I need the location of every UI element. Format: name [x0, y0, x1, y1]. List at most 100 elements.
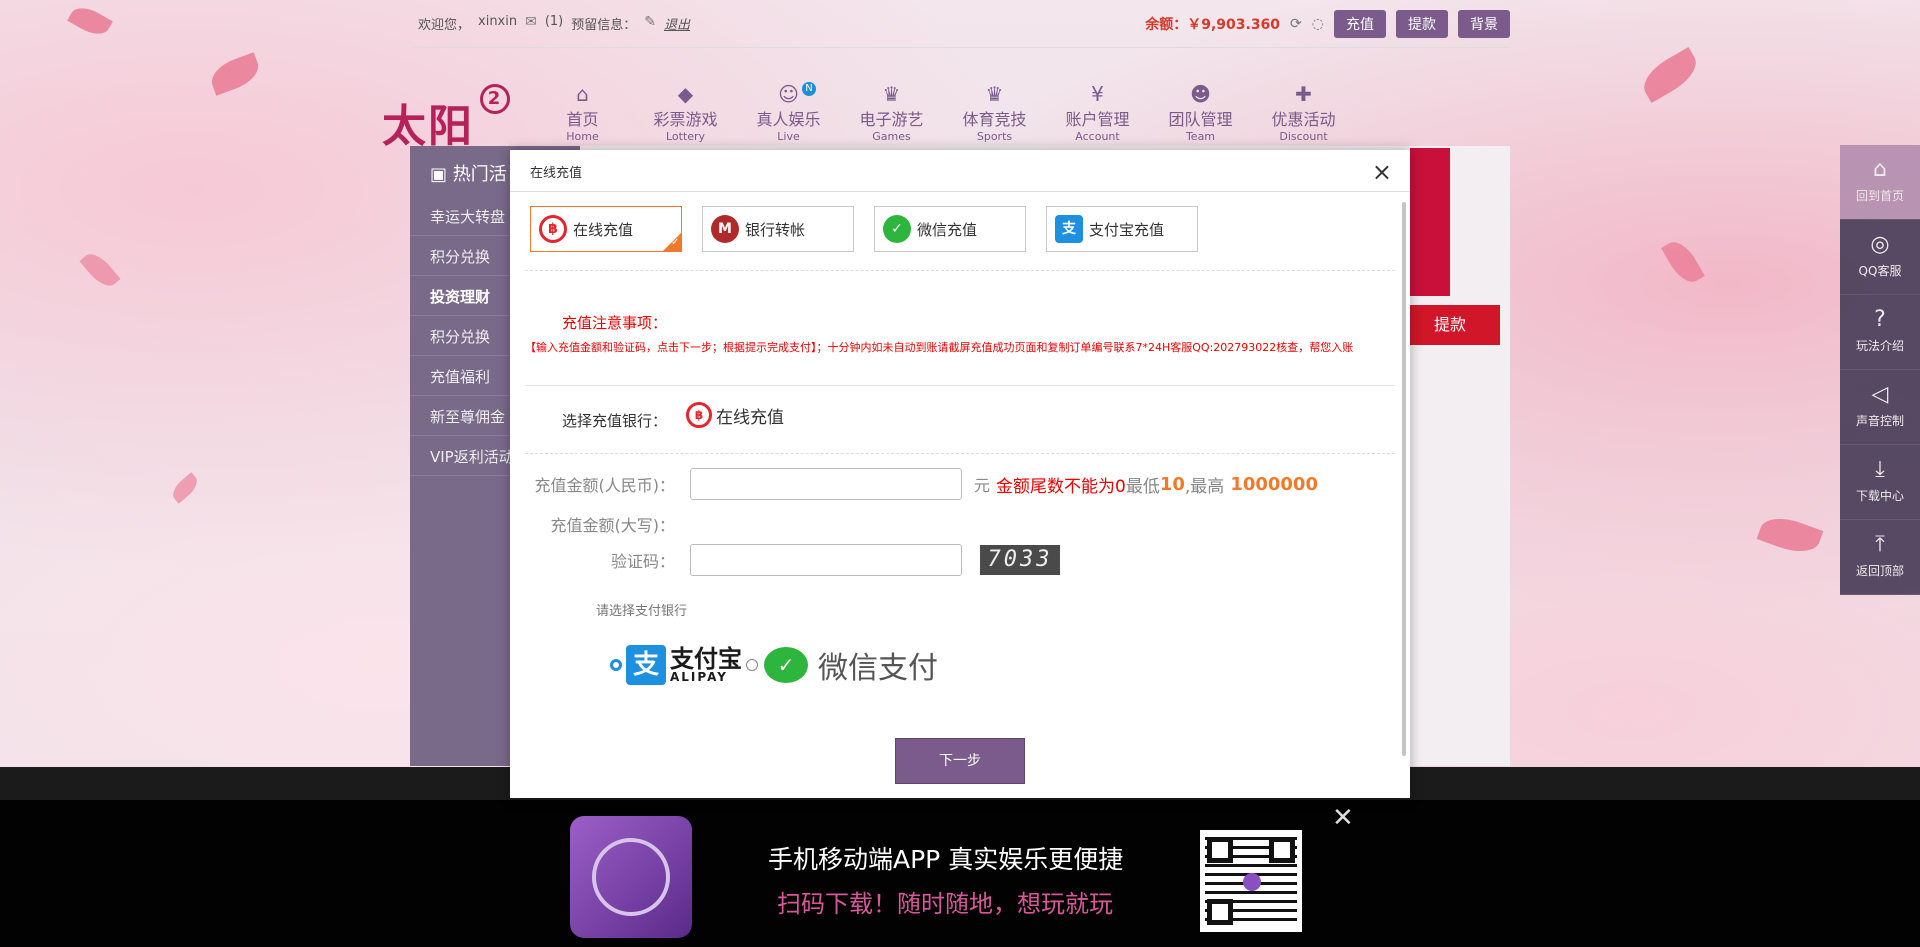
nav-label: 体育竞技 [962, 110, 1027, 129]
wechat-pay-text: 微信支付 [818, 651, 938, 686]
check-icon [663, 233, 681, 251]
nav-label: 团队管理 [1168, 110, 1233, 129]
nav-lottery[interactable]: ◆ 彩票游戏 Lottery [643, 82, 728, 143]
close-icon[interactable]: ✕ [1332, 803, 1354, 833]
amount-upper-row: 充值金额(大写)： [525, 512, 690, 536]
divider [525, 270, 1395, 271]
mail-count[interactable]: (1) [545, 14, 563, 33]
selected-bank: ฿ 在线充值 [686, 402, 784, 428]
trophy-icon: ♛ [882, 82, 901, 106]
petal-decoration [1636, 47, 1704, 103]
captcha-image[interactable]: 7033 [980, 545, 1060, 575]
home-icon: ⌂ [576, 82, 589, 106]
question-icon: ? [1874, 307, 1886, 332]
promo-banner[interactable] [1410, 148, 1450, 296]
nav-account[interactable]: ¥ 账户管理 Account [1055, 82, 1140, 143]
captcha-input[interactable] [690, 544, 962, 576]
home-icon: ⌂ [1873, 157, 1887, 182]
nav-label: 电子游艺 [859, 110, 924, 129]
modal-title: 在线充值 [510, 150, 1410, 192]
nav-live[interactable]: ☺ N 真人娱乐 Live [746, 82, 831, 143]
amount-label: 充值金额(人民币)： [534, 476, 676, 495]
float-sound[interactable]: ◁ 声音控制 [1840, 370, 1920, 445]
float-download[interactable]: ⤓ 下载中心 [1840, 445, 1920, 520]
tab-bank-transfer[interactable]: M 银行转帐 [702, 206, 854, 252]
nav-sublabel: Games [872, 130, 911, 143]
divider [525, 385, 1395, 386]
nav-label: 首页 [566, 110, 599, 129]
back-to-top-icon: ⤒ [1875, 532, 1885, 557]
alipay-text: 支付宝 [670, 644, 742, 673]
alipay-option[interactable]: 支 支付宝 ALIPAY [626, 645, 742, 685]
next-step-button[interactable]: 下一步 [895, 738, 1025, 784]
alipay-radio[interactable] [610, 659, 622, 671]
wechat-radio[interactable] [746, 659, 758, 671]
new-badge: N [802, 82, 816, 96]
nav-sublabel: Account [1075, 130, 1120, 143]
min-value: 10 [1159, 473, 1185, 495]
petal-decoration [1661, 236, 1705, 288]
welcome-text: 欢迎您， [418, 18, 471, 33]
float-label: 下载中心 [1855, 489, 1904, 503]
app-banner-subtitle: 扫码下载！随时随地，想玩就玩 [777, 890, 1113, 918]
wechat-pay-option[interactable]: ✓ 微信支付 [764, 643, 938, 687]
balance-value: ￥9,903.360 [1187, 17, 1281, 33]
float-label: 回到首页 [1855, 189, 1904, 203]
nav-sublabel: Home [566, 130, 599, 143]
selected-bank-label: 在线充值 [716, 407, 784, 428]
gift-icon: ▣ [430, 164, 453, 185]
max-label: ,最高 [1184, 476, 1225, 497]
float-qq[interactable]: ◎ QQ客服 [1840, 220, 1920, 295]
nav-sublabel: Sports [976, 130, 1013, 143]
lottery-icon: ◆ [677, 82, 694, 106]
notice-text: 【输入充值金额和验证码，点击下一步；根据提示完成支付】；十分钟内如未自动到账请截… [525, 341, 1354, 354]
scrollbar[interactable] [1402, 202, 1406, 756]
tab-online-deposit[interactable]: ฿ 在线充值 [530, 206, 682, 252]
bg-withdraw-button[interactable]: 提款 [1400, 305, 1500, 345]
nav-sports[interactable]: ♛ 体育竞技 Sports [952, 82, 1037, 143]
withdraw-button[interactable]: 提款 [1396, 10, 1448, 38]
logout-link[interactable]: 退出 [664, 14, 690, 33]
amount-input[interactable] [690, 468, 962, 500]
edit-icon[interactable]: ✎ [644, 14, 656, 33]
nav-home[interactable]: ⌂ 首页 Home [540, 82, 625, 143]
top-bar: 欢迎您， xinxin ✉ (1) 预留信息： ✎ 退出 余额：￥9,903.3… [410, 0, 1510, 48]
main-nav: ⌂ 首页 Home ◆ 彩票游戏 Lottery ☺ N 真人娱乐 Live ♛ 电子游艺 Gam… [540, 82, 1346, 143]
currency-unit: 元 [974, 476, 991, 495]
online-pay-icon: ฿ [686, 402, 712, 428]
float-help[interactable]: ? 玩法介绍 [1840, 295, 1920, 370]
close-icon[interactable]: × [1372, 158, 1392, 186]
logo-circle: 2 [480, 84, 510, 114]
float-label: 玩法介绍 [1855, 339, 1904, 353]
notice-title: 充值注意事项： [562, 314, 668, 332]
support-24h-icon: ◎ [1870, 232, 1890, 257]
alipay-icon: 支 [626, 645, 666, 685]
refresh-icon[interactable]: ⟳ [1290, 16, 1302, 32]
float-top[interactable]: ⤒ 返回顶部 [1840, 520, 1920, 595]
username: xinxin [478, 14, 518, 29]
float-home[interactable]: ⌂ 回到首页 [1840, 145, 1920, 220]
nav-team[interactable]: ☻ 团队管理 Team [1158, 82, 1243, 143]
deposit-tabs: ฿ 在线充值 M 银行转帐 ✓ 微信充值 支 支付宝充值 [530, 206, 1198, 252]
live-icon: ☺ [778, 82, 799, 106]
background-button[interactable]: 背景 [1458, 10, 1510, 38]
float-toolbar: ⌂ 回到首页 ◎ QQ客服 ? 玩法介绍 ◁ 声音控制 ⤓ 下载中心 ⤒ 返回顶部 [1840, 145, 1920, 595]
team-icon: ☻ [1190, 82, 1211, 106]
nav-games[interactable]: ♛ 电子游艺 Games [849, 82, 934, 143]
tab-alipay-deposit[interactable]: 支 支付宝充值 [1046, 206, 1198, 252]
hide-eye-icon[interactable]: ◌ [1312, 16, 1324, 32]
mail-icon[interactable]: ✉ [525, 14, 537, 33]
speaker-icon: ◁ [1871, 382, 1889, 407]
notice-label: 预留信息： [571, 18, 637, 33]
nav-discount[interactable]: ✚ 优惠活动 Discount [1261, 82, 1346, 143]
sidebar-title: 热门活 [452, 164, 507, 185]
captcha-label: 验证码： [610, 552, 675, 571]
tab-label: 支付宝充值 [1089, 220, 1165, 239]
bank-icon: M [711, 215, 739, 243]
app-logo-icon [570, 816, 692, 938]
captcha-row: 验证码： 7033 [525, 544, 1060, 576]
tab-wechat-deposit[interactable]: ✓ 微信充值 [874, 206, 1026, 252]
petal-decoration [79, 248, 121, 292]
site-logo[interactable]: 太阳 2 [382, 84, 510, 154]
deposit-button[interactable]: 充值 [1334, 10, 1386, 38]
